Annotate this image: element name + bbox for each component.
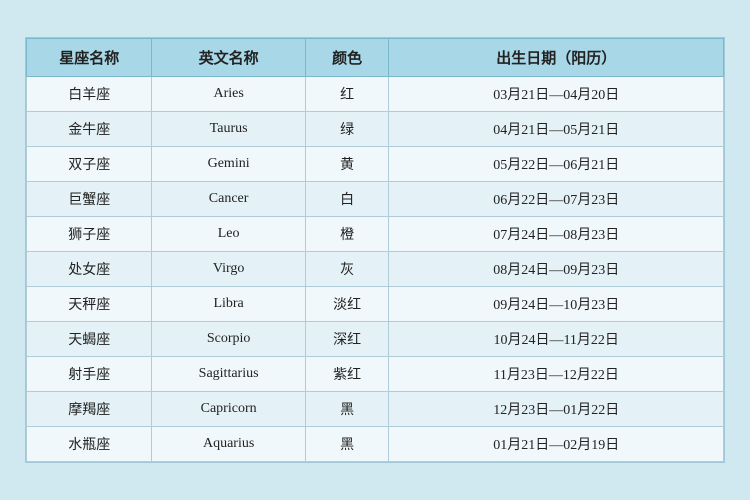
cell-color: 黑 [305, 392, 389, 427]
header-date: 出生日期（阳历） [389, 39, 724, 77]
table-body: 白羊座Aries红03月21日—04月20日金牛座Taurus绿04月21日—0… [27, 77, 724, 462]
cell-chinese: 水瓶座 [27, 427, 152, 462]
table-row: 摩羯座Capricorn黑12月23日—01月22日 [27, 392, 724, 427]
cell-english: Capricorn [152, 392, 305, 427]
cell-english: Leo [152, 217, 305, 252]
cell-chinese: 处女座 [27, 252, 152, 287]
cell-date: 04月21日—05月21日 [389, 112, 724, 147]
cell-chinese: 白羊座 [27, 77, 152, 112]
table-row: 处女座Virgo灰08月24日—09月23日 [27, 252, 724, 287]
cell-english: Sagittarius [152, 357, 305, 392]
cell-date: 11月23日—12月22日 [389, 357, 724, 392]
cell-color: 绿 [305, 112, 389, 147]
cell-date: 08月24日—09月23日 [389, 252, 724, 287]
cell-chinese: 天秤座 [27, 287, 152, 322]
cell-date: 05月22日—06月21日 [389, 147, 724, 182]
cell-color: 橙 [305, 217, 389, 252]
table-row: 天蝎座Scorpio深红10月24日—11月22日 [27, 322, 724, 357]
zodiac-table-container: 星座名称 英文名称 颜色 出生日期（阳历） 白羊座Aries红03月21日—04… [25, 37, 725, 463]
cell-english: Gemini [152, 147, 305, 182]
cell-date: 01月21日—02月19日 [389, 427, 724, 462]
cell-english: Virgo [152, 252, 305, 287]
cell-color: 灰 [305, 252, 389, 287]
cell-english: Aries [152, 77, 305, 112]
table-row: 天秤座Libra淡红09月24日—10月23日 [27, 287, 724, 322]
cell-english: Aquarius [152, 427, 305, 462]
cell-color: 黄 [305, 147, 389, 182]
cell-english: Scorpio [152, 322, 305, 357]
cell-chinese: 天蝎座 [27, 322, 152, 357]
header-color: 颜色 [305, 39, 389, 77]
cell-color: 深红 [305, 322, 389, 357]
table-row: 金牛座Taurus绿04月21日—05月21日 [27, 112, 724, 147]
cell-chinese: 射手座 [27, 357, 152, 392]
cell-chinese: 金牛座 [27, 112, 152, 147]
cell-english: Libra [152, 287, 305, 322]
cell-date: 09月24日—10月23日 [389, 287, 724, 322]
cell-date: 03月21日—04月20日 [389, 77, 724, 112]
cell-chinese: 巨蟹座 [27, 182, 152, 217]
table-row: 水瓶座Aquarius黑01月21日—02月19日 [27, 427, 724, 462]
header-chinese: 星座名称 [27, 39, 152, 77]
cell-color: 红 [305, 77, 389, 112]
cell-english: Cancer [152, 182, 305, 217]
cell-english: Taurus [152, 112, 305, 147]
table-row: 射手座Sagittarius紫红11月23日—12月22日 [27, 357, 724, 392]
cell-chinese: 狮子座 [27, 217, 152, 252]
cell-chinese: 摩羯座 [27, 392, 152, 427]
cell-date: 07月24日—08月23日 [389, 217, 724, 252]
table-row: 双子座Gemini黄05月22日—06月21日 [27, 147, 724, 182]
zodiac-table: 星座名称 英文名称 颜色 出生日期（阳历） 白羊座Aries红03月21日—04… [26, 38, 724, 462]
table-row: 巨蟹座Cancer白06月22日—07月23日 [27, 182, 724, 217]
cell-color: 白 [305, 182, 389, 217]
header-english: 英文名称 [152, 39, 305, 77]
cell-color: 紫红 [305, 357, 389, 392]
table-header-row: 星座名称 英文名称 颜色 出生日期（阳历） [27, 39, 724, 77]
cell-color: 黑 [305, 427, 389, 462]
cell-chinese: 双子座 [27, 147, 152, 182]
table-row: 狮子座Leo橙07月24日—08月23日 [27, 217, 724, 252]
cell-color: 淡红 [305, 287, 389, 322]
cell-date: 12月23日—01月22日 [389, 392, 724, 427]
cell-date: 06月22日—07月23日 [389, 182, 724, 217]
cell-date: 10月24日—11月22日 [389, 322, 724, 357]
table-row: 白羊座Aries红03月21日—04月20日 [27, 77, 724, 112]
